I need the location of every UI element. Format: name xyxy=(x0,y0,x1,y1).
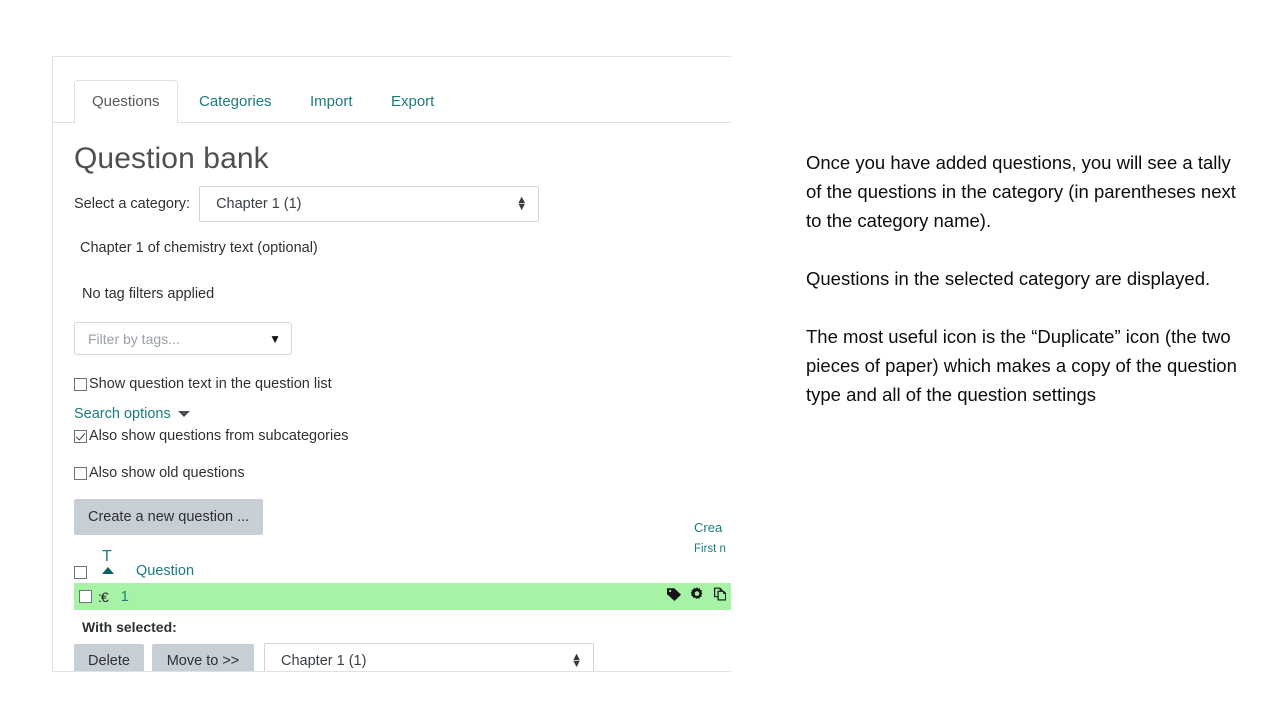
move-to-select-wrap: Chapter 1 (1) ▲▼ xyxy=(264,643,594,672)
tab-export[interactable]: Export xyxy=(374,81,451,123)
gear-icon[interactable] xyxy=(689,586,705,602)
question-type-sort-header[interactable]: T xyxy=(100,549,136,579)
show-question-text-checkbox[interactable] xyxy=(74,378,87,391)
show-subcategories-row[interactable]: Also show questions from subcategories xyxy=(74,428,731,444)
search-options-link[interactable]: Search options xyxy=(74,406,171,422)
question-name-link[interactable]: 1 xyxy=(121,589,129,605)
question-column-header[interactable]: Question xyxy=(136,563,194,579)
chevron-down-icon[interactable]: ▼ xyxy=(269,332,281,346)
show-old-questions-label: Also show old questions xyxy=(89,465,245,481)
search-options-row[interactable]: Search options xyxy=(74,406,731,422)
sort-ascending-icon[interactable] xyxy=(102,567,114,574)
tab-categories[interactable]: Categories xyxy=(182,81,289,123)
table-header-row: T Question xyxy=(74,545,731,579)
show-old-questions-row[interactable]: Also show old questions xyxy=(74,465,731,481)
move-to-button[interactable]: Move to >> xyxy=(152,644,254,672)
row-select-checkbox[interactable] xyxy=(79,590,92,603)
tab-import[interactable]: Import xyxy=(293,81,370,123)
question-type-sort-glyph: T xyxy=(102,549,112,565)
chevron-down-icon[interactable] xyxy=(178,411,190,417)
created-by-subheader-text: First n xyxy=(694,543,726,555)
screenshot-root: Questions Categories Import Export Quest… xyxy=(0,0,1280,720)
created-by-column-header[interactable]: Crea First n xyxy=(694,518,726,559)
category-description: Chapter 1 of chemistry text (optional) xyxy=(80,240,731,256)
category-select[interactable]: Chapter 1 (1) xyxy=(199,186,539,222)
tab-questions[interactable]: Questions xyxy=(74,80,178,124)
show-question-text-row[interactable]: Show question text in the question list xyxy=(74,376,731,392)
tag-filter-input[interactable]: Filter by tags... ▼ xyxy=(74,322,292,355)
create-new-question-button[interactable]: Create a new question ... xyxy=(74,499,263,535)
question-bank-panel: Questions Categories Import Export Quest… xyxy=(52,56,731,672)
show-old-questions-checkbox[interactable] xyxy=(74,467,87,480)
show-question-text-label: Show question text in the question list xyxy=(89,376,332,392)
move-to-select[interactable]: Chapter 1 (1) xyxy=(264,643,594,672)
table-row[interactable]: :€ 1 xyxy=(74,583,731,610)
category-label: Select a category: xyxy=(74,196,190,212)
question-type-icon: :€ xyxy=(98,589,108,605)
delete-button[interactable]: Delete xyxy=(74,644,144,672)
tag-filter-placeholder: Filter by tags... xyxy=(88,331,269,347)
created-by-header-text: Crea xyxy=(694,520,722,535)
duplicate-icon[interactable] xyxy=(712,586,728,602)
category-row: Select a category: Chapter 1 (1) ▲▼ xyxy=(74,186,731,222)
panel-body: Question bank Select a category: Chapter… xyxy=(53,142,731,672)
tag-icon[interactable] xyxy=(666,586,682,602)
bulk-action-bar: Delete Move to >> Chapter 1 (1) ▲▼ xyxy=(74,643,731,672)
row-action-icons xyxy=(666,586,731,602)
category-select-wrap: Chapter 1 (1) ▲▼ xyxy=(199,186,539,222)
annotation-paragraph-3: The most useful icon is the “Duplicate” … xyxy=(806,322,1250,409)
show-subcategories-label: Also show questions from subcategories xyxy=(89,428,349,444)
annotation-paragraph-2: Questions in the selected category are d… xyxy=(806,264,1250,293)
with-selected-label: With selected: xyxy=(82,619,731,635)
show-subcategories-checkbox[interactable] xyxy=(74,430,87,443)
question-table: T Question :€ 1 xyxy=(74,545,731,610)
annotation-paragraph-1: Once you have added questions, you will … xyxy=(806,148,1250,235)
tag-filter-note: No tag filters applied xyxy=(82,286,731,302)
page-title: Question bank xyxy=(74,142,731,176)
annotation-text: Once you have added questions, you will … xyxy=(806,148,1250,409)
select-all-checkbox[interactable] xyxy=(74,566,87,579)
tab-bar: Questions Categories Import Export xyxy=(53,79,731,123)
select-all-checkbox-cell[interactable] xyxy=(74,566,100,579)
